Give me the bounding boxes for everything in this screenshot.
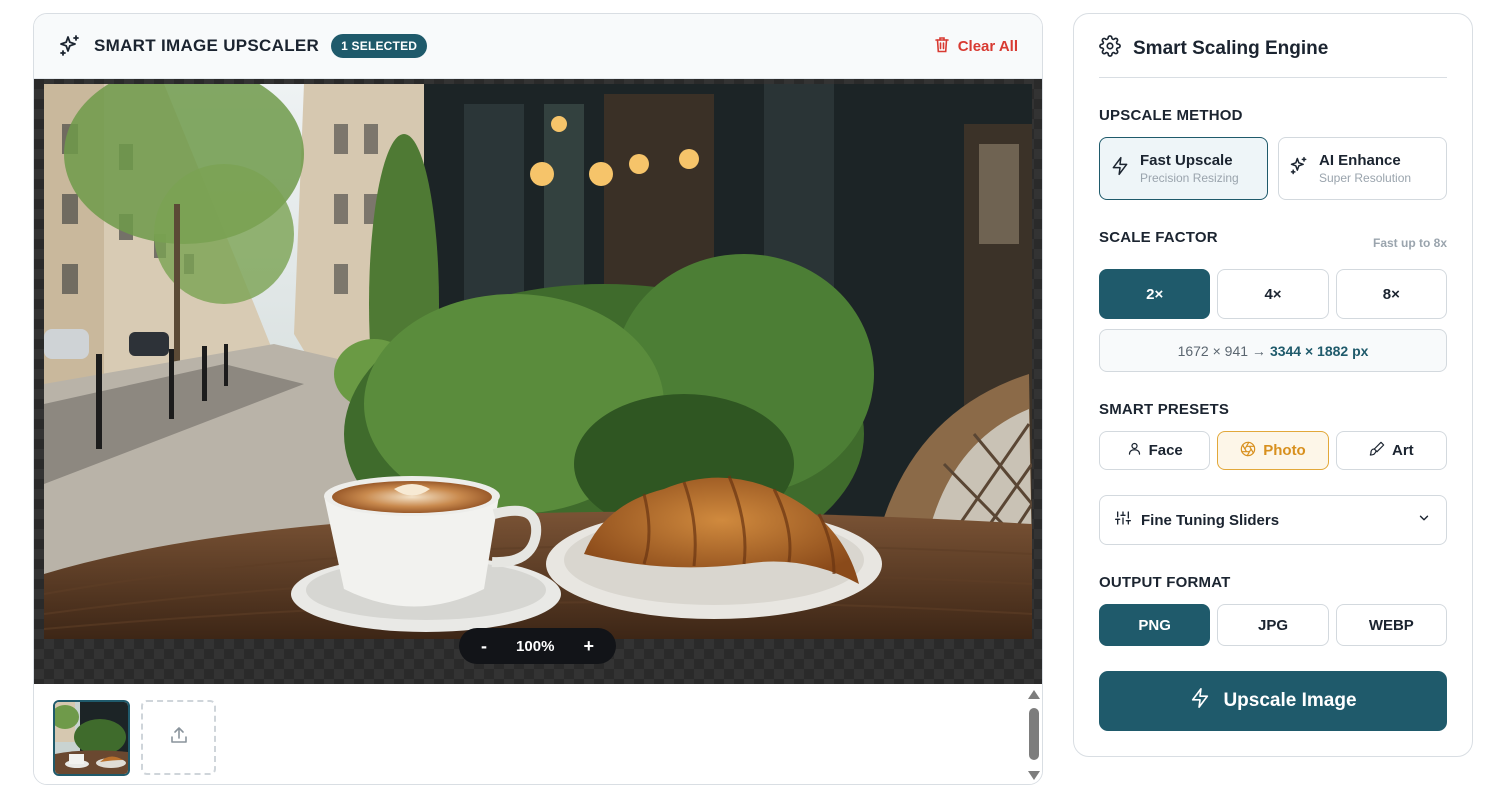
selection-count-badge: 1 SELECTED (331, 34, 428, 58)
fast-upscale-option[interactable]: Fast Upscale Precision Resizing (1099, 137, 1268, 200)
thumbnail-strip (34, 684, 1042, 784)
fast-upscale-subtitle: Precision Resizing (1140, 171, 1239, 185)
scale-2x-button[interactable]: 2× (1099, 269, 1211, 319)
add-image-button[interactable] (141, 700, 216, 775)
preset-face-label: Face (1148, 442, 1183, 459)
aperture-icon (1240, 441, 1256, 461)
upscale-method-label: UPSCALE METHOD (1099, 107, 1243, 124)
scale-4x-button[interactable]: 4× (1217, 269, 1329, 319)
user-icon (1127, 441, 1142, 460)
ai-enhance-subtitle: Super Resolution (1319, 171, 1412, 185)
ai-enhance-option[interactable]: AI Enhance Super Resolution (1278, 137, 1447, 200)
preset-face-button[interactable]: Face (1099, 431, 1211, 470)
fast-upscale-title: Fast Upscale (1140, 152, 1233, 169)
scale-factor-hint: Fast up to 8x (1372, 236, 1447, 250)
zoom-out-button[interactable]: - (481, 636, 487, 657)
image-workspace-panel: SMART IMAGE UPSCALER 1 SELECTED Clear Al… (33, 13, 1043, 785)
zap-icon (1110, 156, 1130, 181)
fine-tuning-toggle[interactable]: Fine Tuning Sliders (1099, 495, 1447, 545)
smart-presets-label: SMART PRESETS (1099, 401, 1230, 418)
fine-tuning-label: Fine Tuning Sliders (1141, 511, 1280, 529)
settings-title: Smart Scaling Engine (1133, 37, 1329, 59)
chevron-down-icon (1417, 511, 1431, 530)
clear-all-label: Clear All (957, 37, 1018, 55)
app-title: SMART IMAGE UPSCALER (94, 36, 320, 55)
zap-icon (1189, 687, 1211, 715)
thumbnail-scrollbar[interactable] (1026, 690, 1042, 780)
sliders-icon (1115, 510, 1131, 531)
format-png-button[interactable]: PNG (1099, 604, 1211, 646)
settings-header: Smart Scaling Engine (1099, 14, 1447, 78)
gear-icon (1099, 35, 1121, 62)
zoom-in-button[interactable]: + (583, 636, 594, 657)
preset-art-label: Art (1391, 442, 1414, 459)
scroll-thumb[interactable] (1029, 708, 1039, 760)
smart-presets-group: Face Photo Art (1099, 431, 1447, 470)
target-dimensions: 3344 × 1882 px (1269, 342, 1369, 359)
clear-all-button[interactable]: Clear All (934, 36, 1018, 57)
ai-enhance-title: AI Enhance (1319, 152, 1401, 169)
scroll-down-arrow[interactable] (1028, 771, 1040, 780)
format-webp-button[interactable]: WEBP (1335, 604, 1447, 646)
preset-art-button[interactable]: Art (1335, 431, 1447, 470)
workspace-header: SMART IMAGE UPSCALER 1 SELECTED Clear Al… (34, 14, 1042, 79)
preview-canvas[interactable]: - 100% + (34, 79, 1042, 684)
scale-factor-label: SCALE FACTOR (1099, 229, 1218, 246)
settings-panel: Smart Scaling Engine UPSCALE METHOD Fast… (1073, 13, 1473, 757)
sparkles-icon (1289, 156, 1309, 181)
sparkles-icon (58, 34, 82, 58)
preview-image (44, 84, 1032, 639)
upscale-image-button[interactable]: Upscale Image (1099, 671, 1447, 731)
scale-8x-button[interactable]: 8× (1335, 269, 1447, 319)
scale-factor-group: 2× 4× 8× (1099, 269, 1447, 319)
upscale-image-label: Upscale Image (1223, 690, 1357, 711)
image-thumbnail[interactable] (53, 700, 130, 776)
brush-icon (1369, 441, 1385, 461)
trash-icon (934, 36, 950, 57)
output-dimensions: 1672 × 941 → 3344 × 1882 px (1099, 329, 1447, 372)
upload-icon (169, 725, 189, 750)
zoom-level: 100% (516, 637, 555, 655)
source-dimensions: 1672 × 941 → (1177, 342, 1266, 359)
scroll-up-arrow[interactable] (1028, 690, 1040, 699)
preset-photo-button[interactable]: Photo (1217, 431, 1329, 470)
output-format-label: OUTPUT FORMAT (1099, 574, 1231, 591)
output-format-group: PNG JPG WEBP (1099, 604, 1447, 646)
format-jpg-button[interactable]: JPG (1217, 604, 1329, 646)
zoom-control: - 100% + (459, 628, 616, 664)
preset-photo-label: Photo (1263, 442, 1306, 459)
upscale-method-group: Fast Upscale Precision Resizing AI Enhan… (1099, 137, 1447, 200)
